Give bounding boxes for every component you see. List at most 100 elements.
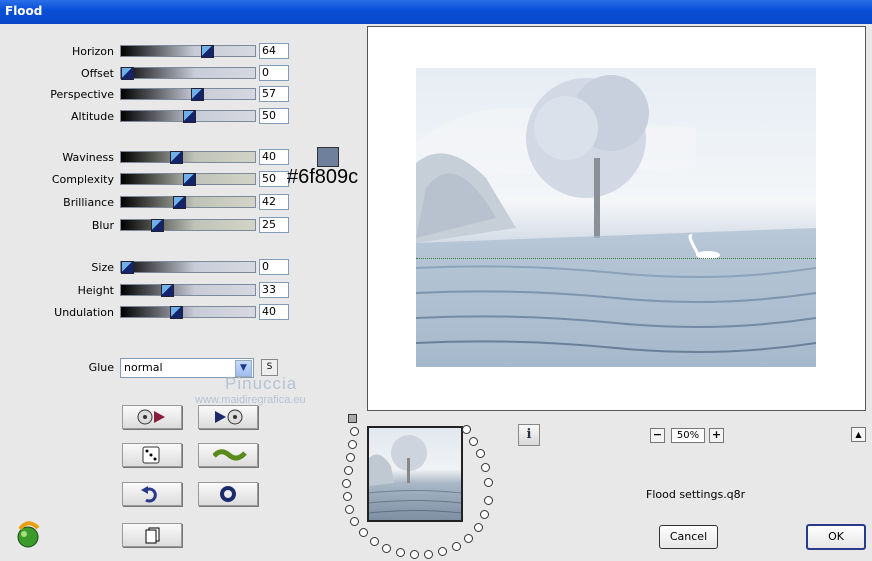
slider-waviness[interactable] <box>120 151 256 164</box>
slider-thumb[interactable] <box>170 306 183 319</box>
value-field-offset[interactable]: 0 <box>259 65 289 81</box>
undo-button[interactable] <box>122 482 182 506</box>
dial-dot[interactable] <box>438 547 447 556</box>
slider-thumb[interactable] <box>161 284 174 297</box>
slider-perspective[interactable] <box>120 88 256 101</box>
zoom-in-button[interactable]: + <box>709 428 724 443</box>
dial-dot[interactable] <box>343 492 352 501</box>
slider-brilliance[interactable] <box>120 196 256 209</box>
dial-dot[interactable] <box>348 440 357 449</box>
random-button[interactable] <box>122 443 182 467</box>
slider-thumb[interactable] <box>151 219 164 232</box>
dial-dot[interactable] <box>484 496 493 505</box>
dial-dot[interactable] <box>480 510 489 519</box>
value-field-perspective[interactable]: 57 <box>259 86 289 102</box>
dial-dot[interactable] <box>345 505 354 514</box>
value-field-undulation[interactable]: 40 <box>259 304 289 320</box>
slider-thumb[interactable] <box>121 261 134 274</box>
value-field-horizon[interactable]: 64 <box>259 43 289 59</box>
dial-dot[interactable] <box>350 427 359 436</box>
title-bar: Flood <box>0 0 872 24</box>
slider-offset[interactable] <box>120 67 256 80</box>
value-field-complexity[interactable]: 50 <box>259 171 289 187</box>
preview-image-drawing <box>416 75 816 367</box>
slider-thumb[interactable] <box>183 110 196 123</box>
zoom-level: 50% <box>671 428 705 443</box>
dial-dot[interactable] <box>382 544 391 553</box>
wave-button[interactable] <box>198 443 258 467</box>
slider-label-perspective: Perspective <box>50 88 114 101</box>
dial-dot[interactable] <box>469 437 478 446</box>
slider-label-size: Size <box>91 261 114 274</box>
scroll-up-button[interactable]: ▲ <box>851 427 866 442</box>
slider-label-brilliance: Brilliance <box>63 196 114 209</box>
slider-height[interactable] <box>120 284 256 297</box>
info-icon: i <box>526 427 532 442</box>
slider-thumb[interactable] <box>183 173 196 186</box>
slider-altitude[interactable] <box>120 110 256 123</box>
slider-undulation[interactable] <box>120 306 256 319</box>
slider-thumb[interactable] <box>201 45 214 58</box>
value-field-brilliance[interactable]: 42 <box>259 194 289 210</box>
dial-dot[interactable] <box>452 542 461 551</box>
value-field-blur[interactable]: 25 <box>259 217 289 233</box>
glue-selected-value: normal <box>124 361 163 374</box>
reset-button[interactable] <box>198 482 258 506</box>
ok-button[interactable]: OK <box>806 524 866 550</box>
play-right-button[interactable] <box>122 405 182 429</box>
dial-dot[interactable] <box>424 550 433 559</box>
undo-icon <box>141 486 157 503</box>
zoom-out-button[interactable]: − <box>650 428 665 443</box>
glue-label: Glue <box>88 361 114 374</box>
info-button[interactable]: i <box>518 424 540 446</box>
slider-complexity[interactable] <box>120 173 256 186</box>
navigator-handle[interactable] <box>348 414 357 423</box>
ring-icon <box>220 486 236 502</box>
dial-dot[interactable] <box>462 425 471 434</box>
dial-dot[interactable] <box>481 463 490 472</box>
dial-dot[interactable] <box>464 534 473 543</box>
copy-button[interactable] <box>122 523 182 547</box>
dial-dot[interactable] <box>484 478 493 487</box>
slider-thumb[interactable] <box>191 88 204 101</box>
slider-blur[interactable] <box>120 219 256 232</box>
preview-image <box>416 68 816 367</box>
slider-label-offset: Offset <box>80 67 114 80</box>
slider-label-waviness: Waviness <box>62 151 114 164</box>
dial-dot[interactable] <box>476 449 485 458</box>
dial-dot[interactable] <box>346 453 355 462</box>
slider-label-horizon: Horizon <box>71 45 114 58</box>
dial-dot[interactable] <box>350 517 359 526</box>
slider-horizon[interactable] <box>120 45 256 58</box>
value-field-waviness[interactable]: 40 <box>259 149 289 165</box>
play-left-button[interactable] <box>198 405 258 429</box>
settings-file-label: Flood settings.q8r <box>646 488 746 501</box>
dial-dot[interactable] <box>474 523 483 532</box>
navigator-thumbnail[interactable] <box>367 426 463 522</box>
slider-thumb[interactable] <box>121 67 134 80</box>
dial-dot[interactable] <box>396 548 405 557</box>
slider-label-undulation: Undulation <box>54 306 114 319</box>
dial-dot[interactable] <box>359 528 368 537</box>
dial-dot[interactable] <box>344 466 353 475</box>
horizon-line[interactable] <box>416 258 816 259</box>
cancel-button[interactable]: Cancel <box>659 525 718 549</box>
slider-thumb[interactable] <box>170 151 183 164</box>
disc-play-left-icon <box>215 409 243 425</box>
watermark-name: Pinuccia <box>225 374 298 393</box>
app-logo-icon <box>17 521 40 548</box>
value-field-size[interactable]: 0 <box>259 259 289 275</box>
dial-dot[interactable] <box>410 550 419 559</box>
slider-label-altitude: Altitude <box>71 110 114 123</box>
dial-dot[interactable] <box>370 537 379 546</box>
navigator-thumbnail-drawing <box>369 435 461 514</box>
slider-thumb[interactable] <box>173 196 186 209</box>
color-hex-label: #6f809c <box>287 166 359 188</box>
window-title: Flood <box>5 4 43 18</box>
value-field-height[interactable]: 33 <box>259 282 289 298</box>
color-swatch[interactable] <box>317 147 339 167</box>
dial-dot[interactable] <box>342 479 351 488</box>
value-field-altitude[interactable]: 50 <box>259 108 289 124</box>
slider-size[interactable] <box>120 261 256 274</box>
slider-label-blur: Blur <box>91 219 114 232</box>
